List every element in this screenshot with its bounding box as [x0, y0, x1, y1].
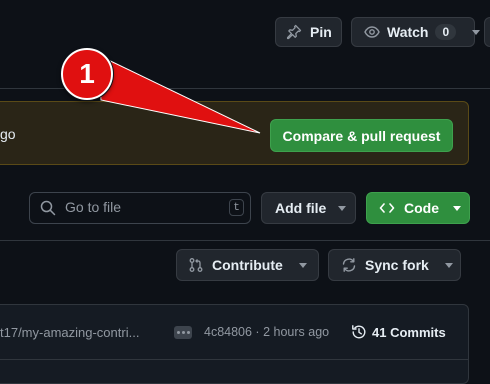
- go-to-file-input[interactable]: [29, 192, 251, 224]
- search-icon: [40, 200, 56, 216]
- divider: [0, 359, 469, 360]
- sync-icon: [342, 258, 356, 272]
- ellipsis-icon: [186, 331, 190, 334]
- chevron-down-icon: [338, 205, 347, 211]
- shortcut-key: t: [229, 199, 244, 216]
- expand-commit-message-button[interactable]: [174, 326, 192, 339]
- chevron-down-icon: [444, 262, 453, 268]
- search-placeholder: Go to file: [65, 199, 122, 215]
- latest-commit-box: [0, 304, 469, 384]
- chevron-down-icon: [453, 205, 461, 211]
- code-label: Code: [404, 200, 439, 216]
- ellipsis-icon: [181, 331, 185, 334]
- commit-message-link[interactable]: t17/my-amazing-contri...: [0, 325, 160, 340]
- chevron-down-icon: [298, 262, 307, 268]
- pull-request-icon: [189, 258, 203, 272]
- sync-fork-button[interactable]: Sync fork: [328, 249, 461, 281]
- add-file-button[interactable]: Add file: [261, 192, 356, 224]
- add-file-label: Add file: [275, 200, 327, 216]
- sync-fork-label: Sync fork: [365, 257, 429, 273]
- callout-number-badge: 1: [61, 48, 113, 100]
- history-icon: [352, 325, 366, 339]
- ellipsis-icon: [176, 331, 180, 334]
- contribute-label: Contribute: [212, 257, 283, 273]
- commit-meta[interactable]: 4c84806 · 2 hours ago: [204, 325, 329, 339]
- code-button[interactable]: Code: [366, 192, 470, 224]
- contribute-button[interactable]: Contribute: [176, 249, 319, 281]
- commits-count-link[interactable]: 41 Commits: [372, 325, 446, 340]
- code-icon: [379, 203, 395, 213]
